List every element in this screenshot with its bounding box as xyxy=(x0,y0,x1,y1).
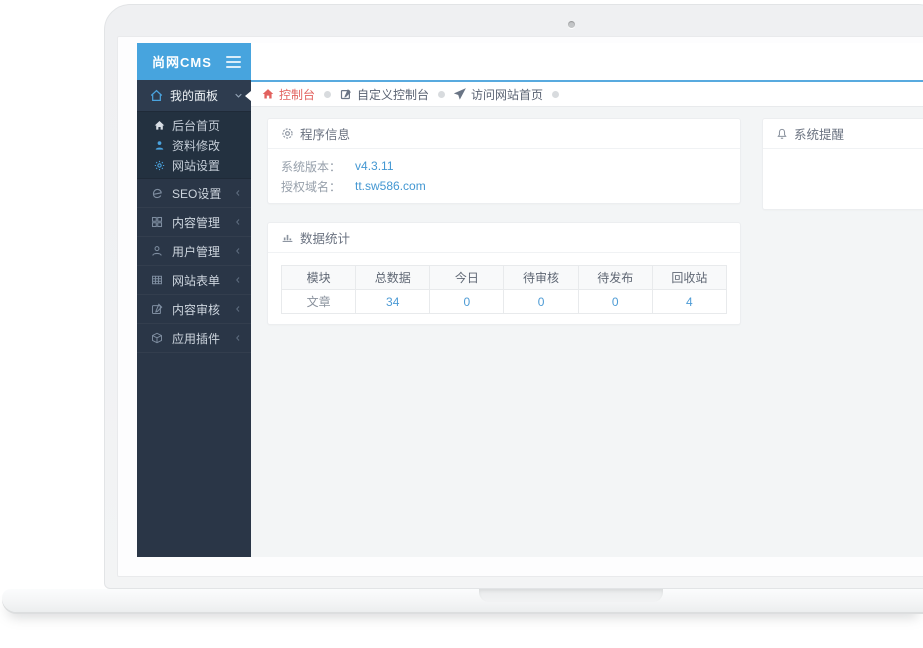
sidebar-item-site-forms[interactable]: 网站表单 xyxy=(137,266,251,295)
sidebar-item-content-management[interactable]: 内容管理 xyxy=(137,208,251,237)
sidebar-item-content-review[interactable]: 内容审核 xyxy=(137,295,251,324)
program-info-header: 程序信息 xyxy=(268,119,740,149)
cell-module: 文章 xyxy=(280,289,357,314)
sidebar-item-backend-home[interactable]: 后台首页 xyxy=(137,115,251,135)
cell-today-link[interactable]: 0 xyxy=(429,289,505,314)
program-info-title: 程序信息 xyxy=(300,128,351,142)
col-today: 今日 xyxy=(429,265,505,290)
data-stats-panel: 数据统计 模块 总数据 今日 待审核 待发布 回收站 文章 34 0 0 0 4 xyxy=(267,222,741,325)
system-alert-title: 系统提醒 xyxy=(794,128,845,142)
gear-icon xyxy=(154,160,165,171)
laptop-camera xyxy=(568,21,575,28)
chevron-left-icon xyxy=(234,305,242,313)
sidebar-item-user-management[interactable]: 用户管理 xyxy=(137,237,251,266)
breadcrumb-close-dot[interactable] xyxy=(324,90,332,98)
pencil-square-icon xyxy=(150,303,164,315)
chevron-down-icon xyxy=(234,91,243,100)
bell-icon xyxy=(776,128,788,140)
laptop-base xyxy=(2,589,923,612)
cell-pending-review-link[interactable]: 0 xyxy=(503,289,579,314)
grid-icon xyxy=(150,216,164,228)
send-icon xyxy=(454,88,466,100)
home-filled-icon xyxy=(154,120,165,131)
data-stats-title: 数据统计 xyxy=(300,232,351,246)
user-icon xyxy=(154,140,165,151)
sidebar-group-my-panel[interactable]: 我的面板 xyxy=(137,80,251,111)
breadcrumb-item-custom-console[interactable]: 自定义控制台 xyxy=(340,86,429,103)
stats-table-row-article: 文章 34 0 0 0 4 xyxy=(280,289,728,314)
version-label: 系统版本： xyxy=(281,159,342,174)
main-content: 程序信息 系统版本： v4.3.11 授权域名： tt.sw586.com 系统… xyxy=(251,107,923,557)
home-icon xyxy=(262,88,274,100)
sidebar-item-profile-edit[interactable]: 资料修改 xyxy=(137,135,251,155)
breadcrumb-item-visit-site[interactable]: 访问网站首页 xyxy=(454,86,543,103)
sidebar: 我的面板 后台首页 资料修改 网站设置 SEO设置 内容管理 用户管理 网站表单… xyxy=(137,80,251,557)
sidebar-submenu: 后台首页 资料修改 网站设置 xyxy=(137,111,251,179)
col-module: 模块 xyxy=(280,265,357,290)
data-stats-header: 数据统计 xyxy=(268,223,740,253)
chevron-left-icon xyxy=(234,218,242,226)
app-logo-block: 尚网CMS xyxy=(137,43,251,80)
table-icon xyxy=(150,274,164,286)
box-icon xyxy=(150,332,164,344)
sidebar-item-seo-settings[interactable]: SEO设置 xyxy=(137,179,251,208)
screenshot-stage: 尚网CMS 控制台 自定义控制台 访问网站首页 我的面板 后台首页 资料修改 网… xyxy=(0,0,923,648)
breadcrumb-close-dot[interactable] xyxy=(552,90,560,98)
col-recycle-bin: 回收站 xyxy=(651,265,728,290)
col-pending-review: 待审核 xyxy=(503,265,579,290)
chevron-left-icon xyxy=(234,276,242,284)
breadcrumb-item-console[interactable]: 控制台 xyxy=(262,86,315,103)
version-row: 系统版本： v4.3.11 xyxy=(281,156,727,176)
bar-chart-icon xyxy=(281,231,294,244)
col-total: 总数据 xyxy=(355,265,431,290)
seo-icon xyxy=(150,187,164,200)
app-logo-text: 尚网CMS xyxy=(152,55,212,70)
chevron-left-icon xyxy=(234,247,242,255)
edit-icon xyxy=(340,88,352,100)
domain-value-link[interactable]: tt.sw586.com xyxy=(355,179,426,193)
breadcrumb-close-dot[interactable] xyxy=(438,90,446,98)
system-alert-panel: 系统提醒 xyxy=(762,118,923,210)
laptop-base-notch xyxy=(479,589,663,602)
program-info-body: 系统版本： v4.3.11 授权域名： tt.sw586.com xyxy=(268,149,740,203)
user-outline-icon xyxy=(150,245,164,257)
menu-toggle-icon[interactable] xyxy=(226,55,241,68)
sidebar-item-site-settings[interactable]: 网站设置 xyxy=(137,155,251,175)
chevron-left-icon xyxy=(234,189,242,197)
col-pending-publish: 待发布 xyxy=(577,265,653,290)
cell-total-link[interactable]: 34 xyxy=(355,289,431,314)
active-item-arrow xyxy=(245,90,251,101)
top-header-bar xyxy=(251,43,923,82)
settings-gear-icon xyxy=(281,127,294,140)
stats-table: 模块 总数据 今日 待审核 待发布 回收站 文章 34 0 0 0 4 xyxy=(280,265,728,314)
cell-pending-publish-link[interactable]: 0 xyxy=(577,289,653,314)
system-alert-header: 系统提醒 xyxy=(763,119,923,149)
breadcrumb: 控制台 自定义控制台 访问网站首页 xyxy=(251,82,923,107)
program-info-panel: 程序信息 系统版本： v4.3.11 授权域名： tt.sw586.com xyxy=(267,118,741,204)
domain-label: 授权域名： xyxy=(281,179,342,194)
cell-recycle-bin-link[interactable]: 4 xyxy=(651,289,728,314)
chevron-left-icon xyxy=(234,334,242,342)
stats-table-header-row: 模块 总数据 今日 待审核 待发布 回收站 xyxy=(280,265,728,290)
domain-row: 授权域名： tt.sw586.com xyxy=(281,176,727,196)
app-viewport: 尚网CMS 控制台 自定义控制台 访问网站首页 我的面板 后台首页 资料修改 网… xyxy=(137,43,923,557)
sidebar-item-app-plugins[interactable]: 应用插件 xyxy=(137,324,251,353)
version-value-link[interactable]: v4.3.11 xyxy=(355,159,393,173)
home-outline-icon xyxy=(150,89,163,102)
